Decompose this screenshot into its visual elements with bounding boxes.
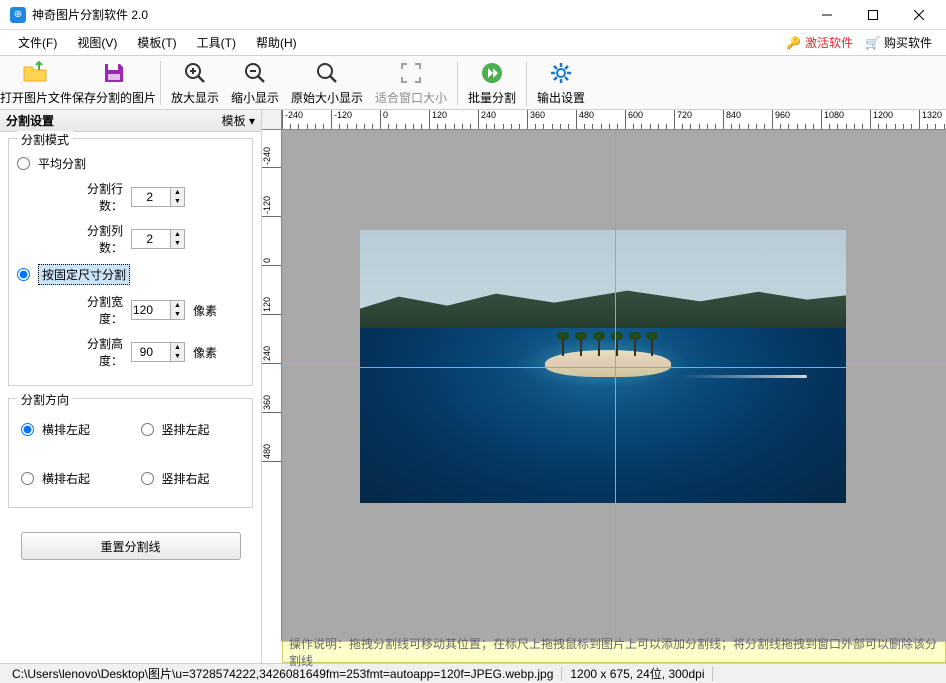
split-height-label: 分割高度： [67,335,123,369]
save-split-button[interactable]: 保存分割的图片 [72,58,156,107]
zoom-in-button[interactable]: 放大显示 [165,58,225,107]
horizontal-guide[interactable] [282,367,946,368]
ruler-corner [262,110,282,130]
dir-hleft-radio[interactable]: 横排左起 [21,421,121,438]
activate-link[interactable]: 🔑 激活软件 [780,32,859,53]
zoom-in-icon [183,59,207,87]
app-icon: ⊕ [10,7,26,23]
zoom-original-button[interactable]: 原始大小显示 [285,58,369,107]
canvas-viewport[interactable] [282,130,946,641]
menu-file[interactable]: 文件(F) [8,30,67,55]
menu-template[interactable]: 模板(T) [127,30,186,55]
fixed-split-radio[interactable]: 按固定尺寸分割 [17,264,244,285]
h-up[interactable]: ▲ [170,343,184,352]
sidebar: 分割设置 模板 ▾ 分割模式 平均分割 分割行数： ▲▼ 分割列数： ▲▼ [0,110,262,663]
zoom-fit-icon [399,59,423,87]
maximize-button[interactable] [850,0,896,30]
split-width-label: 分割宽度： [67,293,123,327]
vertical-ruler[interactable]: -240-1200120240360480 [262,130,282,641]
w-down[interactable]: ▼ [170,310,184,319]
output-settings-button[interactable]: 输出设置 [531,58,591,107]
batch-icon [480,59,504,87]
sidebar-title: 分割设置 [6,112,54,129]
cols-up[interactable]: ▲ [170,230,184,239]
horizontal-ruler[interactable]: -240-12001202403604806007208409601080120… [282,110,946,130]
split-rows-label: 分割行数： [67,180,123,214]
save-icon [102,59,126,87]
split-cols-label: 分割列数： [67,222,123,256]
minimize-button[interactable] [804,0,850,30]
key-icon: 🔑 [786,36,801,50]
dir-vright-radio[interactable]: 竖排右起 [141,470,241,487]
rows-up[interactable]: ▲ [170,188,184,197]
batch-split-button[interactable]: 批量分割 [462,58,522,107]
hint-bar: 操作说明：拖拽分割线可移动其位置；在标尺上拖拽鼠标到图片上可以添加分割线；将分割… [282,641,946,663]
avg-split-radio[interactable]: 平均分割 [17,155,244,172]
buy-link[interactable]: 🛒 购买软件 [859,32,938,53]
folder-open-icon [22,59,50,87]
zoom-fit-button[interactable]: 适合窗口大小 [369,58,453,107]
dir-vleft-radio[interactable]: 竖排左起 [141,421,241,438]
cart-icon: 🛒 [865,36,880,50]
zoom-original-icon [315,59,339,87]
zoom-out-button[interactable]: 缩小显示 [225,58,285,107]
reset-guides-button[interactable]: 重置分割线 [21,532,241,560]
rows-down[interactable]: ▼ [170,197,184,206]
vertical-guide[interactable] [615,130,616,641]
split-mode-group-title: 分割模式 [17,131,73,148]
height-unit: 像素 [193,344,217,361]
open-file-button[interactable]: 打开图片文件 [0,58,72,107]
window-title: 神奇图片分割软件 2.0 [32,6,148,23]
menu-help[interactable]: 帮助(H) [246,30,307,55]
close-button[interactable] [896,0,942,30]
zoom-out-icon [243,59,267,87]
w-up[interactable]: ▲ [170,301,184,310]
menu-tools[interactable]: 工具(T) [187,30,246,55]
menu-view[interactable]: 视图(V) [67,30,127,55]
dir-hright-radio[interactable]: 横排右起 [21,470,121,487]
cols-down[interactable]: ▼ [170,239,184,248]
gear-icon [549,59,573,87]
h-down[interactable]: ▼ [170,352,184,361]
width-unit: 像素 [193,302,217,319]
template-dropdown[interactable]: 模板 ▾ [222,112,255,129]
split-dir-group-title: 分割方向 [17,391,73,408]
